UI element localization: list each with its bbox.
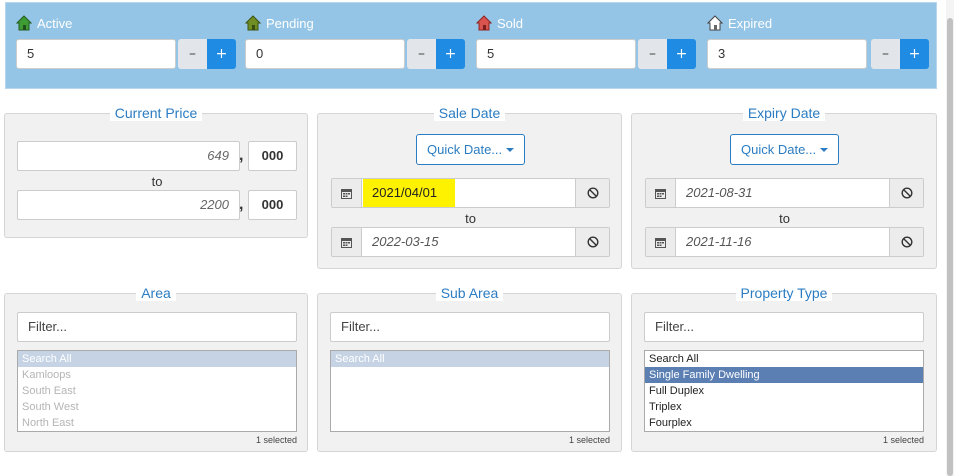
list-item[interactable]: Kamloops: [18, 367, 296, 383]
pending-increment-button[interactable]: +: [436, 39, 465, 69]
area-panel: Area Filter... Search All Kamloops South…: [4, 285, 308, 452]
list-item[interactable]: Full Duplex: [645, 383, 923, 399]
house-green-icon: [16, 15, 32, 31]
property-type-legend: Property Type: [735, 285, 833, 301]
area-selected-count: 1 selected: [255, 435, 297, 445]
house-olive-icon: [245, 15, 261, 31]
area-legend: Area: [136, 285, 176, 301]
list-item[interactable]: Search All: [645, 351, 923, 367]
list-item[interactable]: Search All: [331, 351, 609, 367]
price-from-input[interactable]: 649: [17, 141, 240, 171]
property-type-filter-input[interactable]: Filter...: [644, 312, 924, 342]
active-decrement-button[interactable]: –: [178, 39, 207, 69]
sale-date-to-field[interactable]: 2022-03-15: [331, 227, 610, 257]
sale-date-legend: Sale Date: [433, 105, 506, 121]
list-item[interactable]: Single Family Dwelling: [645, 367, 923, 383]
area-listbox[interactable]: Search All Kamloops South East South Wes…: [17, 350, 297, 432]
current-price-legend: Current Price: [109, 105, 203, 121]
clear-icon[interactable]: [889, 228, 923, 256]
expired-increment-button[interactable]: +: [900, 39, 929, 69]
expiry-date-to-field[interactable]: 2021-11-16: [645, 227, 924, 257]
expiry-date-panel: Expiry Date Quick Date... 2021-08-31 to …: [631, 105, 937, 269]
pending-decrement-button[interactable]: –: [407, 39, 436, 69]
sale-date-from-value: 2021/04/01: [372, 185, 438, 200]
price-from-thousands[interactable]: 000: [248, 141, 297, 171]
status-active-label: Active: [37, 15, 73, 31]
sold-count-input[interactable]: 5: [476, 39, 636, 69]
expiry-date-legend: Expiry Date: [742, 105, 826, 121]
list-item[interactable]: South East: [18, 383, 296, 399]
price-to-input[interactable]: 2200: [17, 190, 240, 220]
clear-icon[interactable]: [889, 179, 923, 207]
page-scrollbar[interactable]: [946, 0, 954, 476]
expiry-quick-date-button[interactable]: Quick Date...: [730, 134, 839, 165]
sub-area-filter-input[interactable]: Filter...: [330, 312, 610, 342]
sold-decrement-button[interactable]: –: [638, 39, 667, 69]
sale-date-to-value: 2022-03-15: [372, 234, 439, 249]
house-red-icon: [476, 15, 492, 31]
sub-area-panel: Sub Area Filter... Search All 1 selected: [317, 285, 622, 452]
calendar-icon[interactable]: [646, 228, 676, 256]
list-item[interactable]: Triplex: [645, 399, 923, 415]
status-filter-bar: Active 5 – + Pending 0 – + Sold 5 – + Ex…: [5, 2, 937, 89]
sub-area-listbox[interactable]: Search All: [330, 350, 610, 432]
sale-date-from-field[interactable]: 2021/04/01: [331, 178, 610, 208]
status-sold-label: Sold: [497, 15, 524, 31]
status-expired: Expired 3 – +: [706, 13, 936, 69]
list-item[interactable]: South West: [18, 399, 296, 415]
list-item[interactable]: Search All: [18, 351, 296, 367]
calendar-icon[interactable]: [332, 228, 362, 256]
price-to-label: to: [151, 174, 163, 189]
status-active: Active 5 – +: [15, 13, 245, 69]
price-from-comma: ,: [239, 147, 244, 164]
calendar-icon[interactable]: [332, 179, 362, 207]
sold-increment-button[interactable]: +: [667, 39, 696, 69]
expired-decrement-button[interactable]: –: [871, 39, 900, 69]
property-type-listbox[interactable]: Search All Single Family Dwelling Full D…: [644, 350, 924, 432]
price-to-comma: ,: [239, 196, 244, 213]
caret-down-icon: [820, 148, 828, 152]
price-to-thousands[interactable]: 000: [248, 190, 297, 220]
area-filter-input[interactable]: Filter...: [17, 312, 297, 342]
expiry-quick-date-label: Quick Date...: [741, 142, 817, 157]
active-increment-button[interactable]: +: [207, 39, 236, 69]
sale-quick-date-button[interactable]: Quick Date...: [416, 134, 525, 165]
status-expired-label: Expired: [728, 15, 773, 31]
sale-date-panel: Sale Date Quick Date... 2021/04/01 to 20…: [317, 105, 622, 269]
calendar-icon[interactable]: [646, 179, 676, 207]
expiry-date-to-label: to: [779, 211, 790, 226]
property-type-selected-count: 1 selected: [882, 435, 924, 445]
list-item[interactable]: Fourplex: [645, 415, 923, 431]
expiry-date-from-value: 2021-08-31: [686, 185, 753, 200]
scrollbar-thumb[interactable]: [947, 18, 953, 476]
current-price-panel: Current Price 649 , 000 to 2200 , 000: [4, 105, 308, 238]
status-pending: Pending 0 – +: [244, 13, 474, 69]
sub-area-selected-count: 1 selected: [568, 435, 610, 445]
sub-area-legend: Sub Area: [435, 285, 504, 301]
active-count-input[interactable]: 5: [16, 39, 176, 69]
sale-date-to-label: to: [465, 211, 476, 226]
expiry-date-to-value: 2021-11-16: [686, 234, 752, 249]
status-pending-label: Pending: [266, 15, 314, 31]
expired-count-input[interactable]: 3: [707, 39, 867, 69]
sale-quick-date-label: Quick Date...: [427, 142, 503, 157]
expiry-date-from-field[interactable]: 2021-08-31: [645, 178, 924, 208]
house-white-icon: [707, 15, 723, 31]
list-item[interactable]: North East: [18, 415, 296, 431]
clear-icon[interactable]: [575, 228, 609, 256]
status-sold: Sold 5 – +: [475, 13, 705, 69]
property-type-panel: Property Type Filter... Search All Singl…: [631, 285, 937, 452]
clear-icon[interactable]: [575, 179, 609, 207]
caret-down-icon: [506, 148, 514, 152]
pending-count-input[interactable]: 0: [245, 39, 405, 69]
